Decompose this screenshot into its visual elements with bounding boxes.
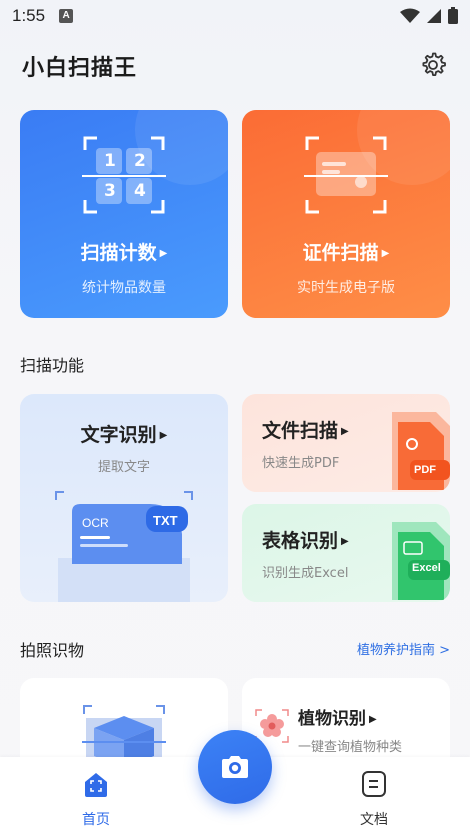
file-scan-card[interactable]: 文件扫描 ▶ 快速生成PDF PDF — [242, 394, 450, 492]
nav-home[interactable]: 首页 — [66, 757, 126, 835]
file-card-title-text: 文件扫描 — [262, 420, 339, 442]
count-digit-4: 4 — [134, 181, 146, 201]
nav-home-label: 首页 — [82, 812, 110, 828]
photo-section-label: 拍照识物 — [20, 641, 85, 660]
wifi-icon — [400, 8, 420, 23]
count-scan-illustration — [82, 110, 228, 214]
count-card-subtitle: 统计物品数量 — [82, 280, 166, 296]
id-card-title: 证件扫描 ▶ — [242, 238, 450, 265]
camera-icon — [222, 756, 248, 778]
pdf-file-icon — [392, 412, 450, 490]
id-scan-card[interactable]: 证件扫描 ▶ 实时生成电子版 — [242, 110, 450, 318]
table-card-title-text: 表格识别 — [262, 530, 339, 552]
count-card-title-text: 扫描计数 — [80, 242, 157, 264]
count-card-title: 扫描计数 ▶ — [20, 238, 228, 265]
status-time: 1:55 — [12, 6, 46, 25]
arrow-right-icon: ▶ — [159, 248, 168, 259]
document-icon — [362, 771, 386, 797]
gear-icon — [422, 52, 446, 76]
plant-card-subtitle: 一键查询植物种类 — [298, 740, 403, 755]
signal-icon — [427, 8, 441, 23]
ocr-badge: OCR — [82, 516, 109, 530]
status-icons — [400, 7, 458, 24]
arrow-right-icon: ▶ — [369, 713, 377, 725]
txt-badge: TXT — [153, 513, 178, 528]
arrow-right-icon: ▶ — [159, 430, 168, 441]
arrow-right-icon: ▶ — [381, 248, 390, 259]
status-bar: 1:55 A — [0, 0, 470, 32]
count-digit-1: 1 — [104, 151, 116, 171]
file-card-title: 文件扫描 ▶ — [262, 416, 349, 443]
arrow-right-icon: ▶ — [341, 536, 349, 547]
ocr-card-title-text: 文字识别 — [80, 424, 157, 446]
plant-card-title-text: 植物识别 — [298, 709, 366, 729]
settings-button[interactable] — [418, 50, 448, 80]
arrow-right-icon: ▶ — [341, 426, 349, 437]
scan-count-card[interactable]: 1 2 3 4 扫描计数 ▶ 统计物品数量 — [20, 110, 228, 318]
notification-icon: A — [59, 9, 74, 23]
file-card-subtitle: 快速生成PDF — [262, 456, 340, 471]
pdf-badge: PDF — [414, 464, 436, 476]
ocr-illustration — [55, 491, 193, 602]
table-ocr-card[interactable]: 表格识别 ▶ 识别生成Excel Excel — [242, 504, 450, 602]
id-card-subtitle: 实时生成电子版 — [297, 280, 395, 296]
ocr-card[interactable]: 文字识别 ▶ 提取文字 OCR TXT — [20, 394, 228, 602]
app-title: 小白扫描王 — [22, 56, 138, 81]
nav-documents-label: 文档 — [360, 812, 388, 828]
id-card-illustration — [304, 110, 450, 214]
ocr-card-subtitle: 提取文字 — [97, 460, 150, 475]
ocr-card-title: 文字识别 ▶ — [20, 420, 228, 447]
home-scan-icon — [85, 773, 107, 797]
scan-section-label: 扫描功能 — [20, 356, 85, 375]
excel-badge: Excel — [412, 562, 441, 574]
plant-card-title: 植物识别 ▶ — [298, 704, 377, 729]
plant-guide-link[interactable]: 植物养护指南 > — [357, 639, 450, 658]
app-header: 小白扫描王 — [22, 50, 452, 81]
nav-documents[interactable]: 文档 — [344, 757, 404, 835]
camera-button[interactable] — [198, 730, 272, 804]
id-card-title-text: 证件扫描 — [302, 242, 379, 264]
count-digit-2: 2 — [134, 151, 146, 171]
count-digit-3: 3 — [104, 181, 116, 201]
table-card-subtitle: 识别生成Excel — [262, 566, 349, 581]
battery-icon — [448, 7, 458, 24]
excel-file-icon — [392, 522, 450, 600]
table-card-title: 表格识别 ▶ — [262, 526, 349, 553]
